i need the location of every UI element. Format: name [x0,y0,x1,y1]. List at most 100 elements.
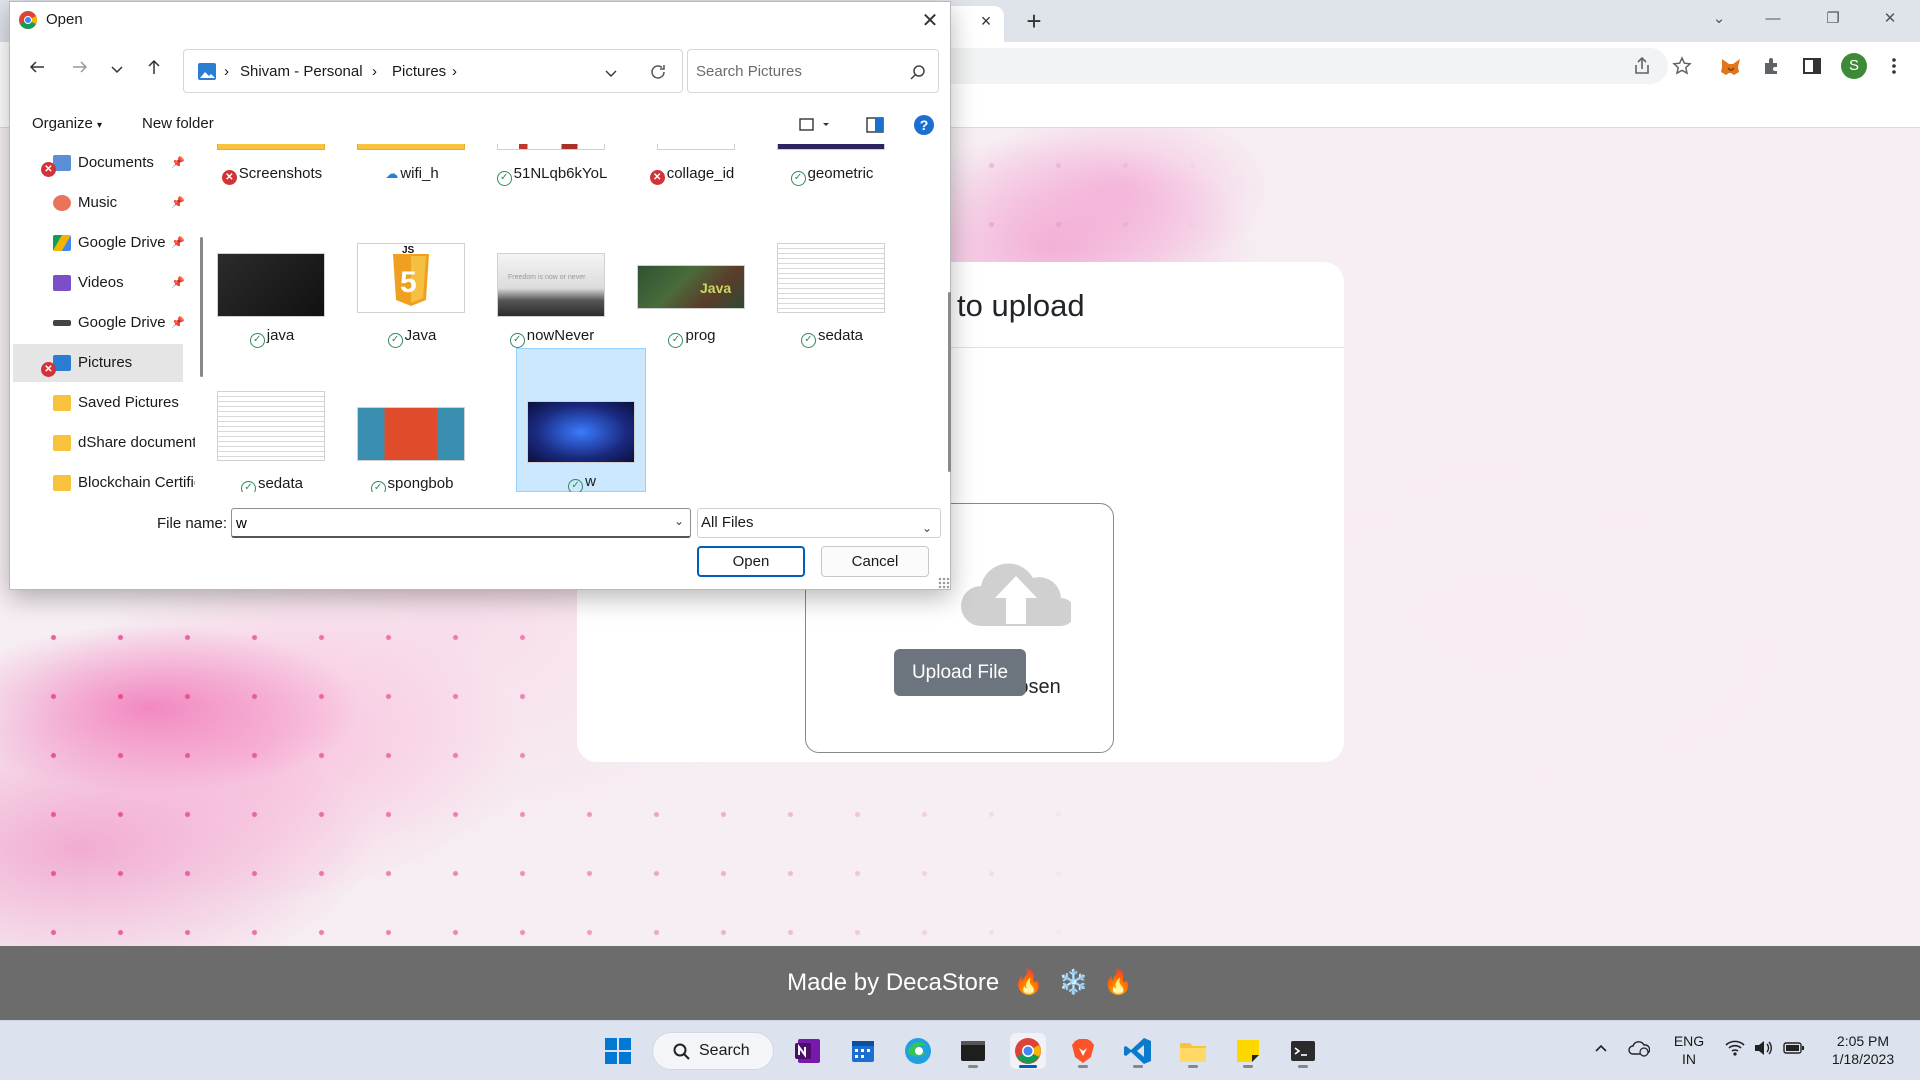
chevron-down-icon[interactable] [604,66,618,80]
menu-icon[interactable] [1883,56,1905,78]
file-item-51nlqb6kyol[interactable]: ✓ 51NLqb6kYoL [486,144,616,233]
onedrive-sync-icon[interactable] [1628,1039,1651,1061]
taskbar: Search ENG IN 2:05 PM 1/18/2023 [0,1020,1920,1080]
file-explorer-app[interactable] [1175,1033,1211,1069]
brave-app[interactable] [1065,1033,1101,1069]
file-item-geometric[interactable]: ✓ geometric [766,144,896,233]
edge-app[interactable] [900,1033,936,1069]
search-input[interactable] [696,60,896,82]
new-tab-button[interactable]: + [1020,7,1048,35]
metamask-icon[interactable] [1720,56,1742,78]
dialog-close-button[interactable]: ✕ [915,6,945,36]
nav-item-google-drive-2[interactable]: Google Drive 📌 [13,304,185,342]
chrome-app[interactable] [1010,1033,1046,1069]
onenote-app[interactable] [790,1033,826,1069]
file-item-collage-id[interactable]: ✕ collage_id [626,144,756,233]
cancel-button[interactable]: Cancel [821,546,929,577]
chevron-down-icon[interactable]: ⌄ [674,514,684,528]
fire-emoji: 🔥 [1013,969,1044,996]
console-app[interactable] [1285,1033,1321,1069]
address-bar[interactable] [900,48,1668,84]
organize-menu[interactable]: Organize ▾ [32,115,102,132]
extensions-icon[interactable] [1761,56,1783,78]
folder-icon [53,435,71,451]
star-icon[interactable] [1671,56,1693,78]
file-item-wifi-h[interactable]: ☁ wifi_h [346,144,476,233]
window-close-button[interactable]: ✕ [1872,5,1908,33]
dialog-search-box[interactable] [687,49,939,93]
nav-item-music[interactable]: Music 📌 [13,184,185,222]
clock-time: 2:05 PM [1836,1033,1890,1049]
preview-pane-button[interactable] [866,117,884,137]
file-name-input[interactable] [236,513,656,533]
back-button[interactable] [24,58,50,84]
file-item-sedata-2[interactable]: ✓ sedata [206,390,336,492]
file-item-spongbob[interactable]: ✓ spongbob [346,390,476,492]
help-icon[interactable]: ? [914,115,934,135]
file-grid-scrollbar[interactable] [948,292,951,472]
synced-icon: ✓ [387,333,403,348]
nav-item-dshare-documents[interactable]: dShare documents [13,424,195,462]
terminal-icon [961,1041,985,1061]
open-button[interactable]: Open [697,546,805,577]
restore-button[interactable]: ❐ [1815,5,1851,33]
start-button[interactable] [600,1033,636,1069]
sidebar-icon[interactable] [1801,56,1823,78]
tab-search-icon[interactable]: ⌄ [1701,5,1737,33]
tab-close-icon[interactable]: × [974,9,998,33]
view-mode-button[interactable] [799,118,833,136]
file-name: sedata [257,475,304,492]
file-type-select[interactable]: All Files ⌄ [697,508,941,538]
battery-icon[interactable] [1783,1039,1805,1061]
profile-avatar[interactable]: S [1841,53,1867,79]
vscode-app[interactable] [1120,1033,1156,1069]
minimize-button[interactable]: — [1755,5,1791,33]
file-item-java-logo[interactable]: JS 5 ✓ Java [346,242,476,386]
file-item-w[interactable]: ✓ w [516,348,646,492]
nav-pane-scrollbar[interactable] [200,237,203,377]
volume-icon[interactable] [1752,1039,1774,1061]
breadcrumb-item[interactable]: Pictures [392,63,446,80]
new-folder-button[interactable]: New folder [142,115,214,132]
music-icon [53,195,71,211]
nav-item-google-drive[interactable]: Google Drive 📌 [13,224,185,262]
file-name: java [266,327,295,344]
resize-grip[interactable] [938,577,950,589]
taskbar-search[interactable]: Search [652,1032,774,1070]
synced-icon: ✓ [568,479,584,492]
calendar-app[interactable] [845,1033,881,1069]
breadcrumb-separator: › [224,63,229,80]
file-item-screenshots[interactable]: ✕ Screenshots [206,144,336,233]
windows-icon [605,1038,631,1064]
nav-item-blockchain-certificates[interactable]: Blockchain Certificates [13,464,195,492]
language-indicator[interactable]: ENG IN [1668,1032,1710,1068]
breadcrumb-item[interactable]: Shivam - Personal [240,63,363,80]
file-label: ✕ Screenshots [207,165,337,185]
file-item-java[interactable]: ✓ java [206,242,336,386]
recent-locations-button[interactable] [104,58,130,84]
up-button[interactable] [141,58,167,84]
document-thumbnail [777,243,885,313]
chevron-up-icon[interactable] [1590,1039,1612,1061]
upload-file-button[interactable]: Upload File [894,649,1026,696]
wifi-icon[interactable] [1724,1039,1746,1061]
nav-item-documents[interactable]: ✕ Documents 📌 [13,144,185,182]
clock[interactable]: 2:05 PM 1/18/2023 [1818,1032,1908,1068]
nav-item-videos[interactable]: Videos 📌 [13,264,185,302]
dialog-address-bar[interactable]: › Shivam - Personal › Pictures › [183,49,683,93]
arrow-left-icon [29,61,44,73]
drive-icon [53,320,71,326]
forward-button[interactable] [67,58,93,84]
pictures-icon [198,63,216,80]
file-item-sedata[interactable]: ✓ sedata [766,242,896,386]
taskbar-search-label: Search [699,1042,750,1059]
nav-item-saved-pictures[interactable]: Saved Pictures [13,384,183,422]
nav-item-pictures[interactable]: ✕ Pictures [13,344,183,382]
sticky-notes-app[interactable] [1230,1033,1266,1069]
file-name-combobox[interactable]: ⌄ [231,508,691,538]
refresh-icon[interactable] [649,63,667,81]
share-icon[interactable] [1631,56,1653,78]
file-type-value: All Files [701,514,754,531]
file-name: w [585,473,596,490]
terminal-app[interactable] [955,1033,991,1069]
